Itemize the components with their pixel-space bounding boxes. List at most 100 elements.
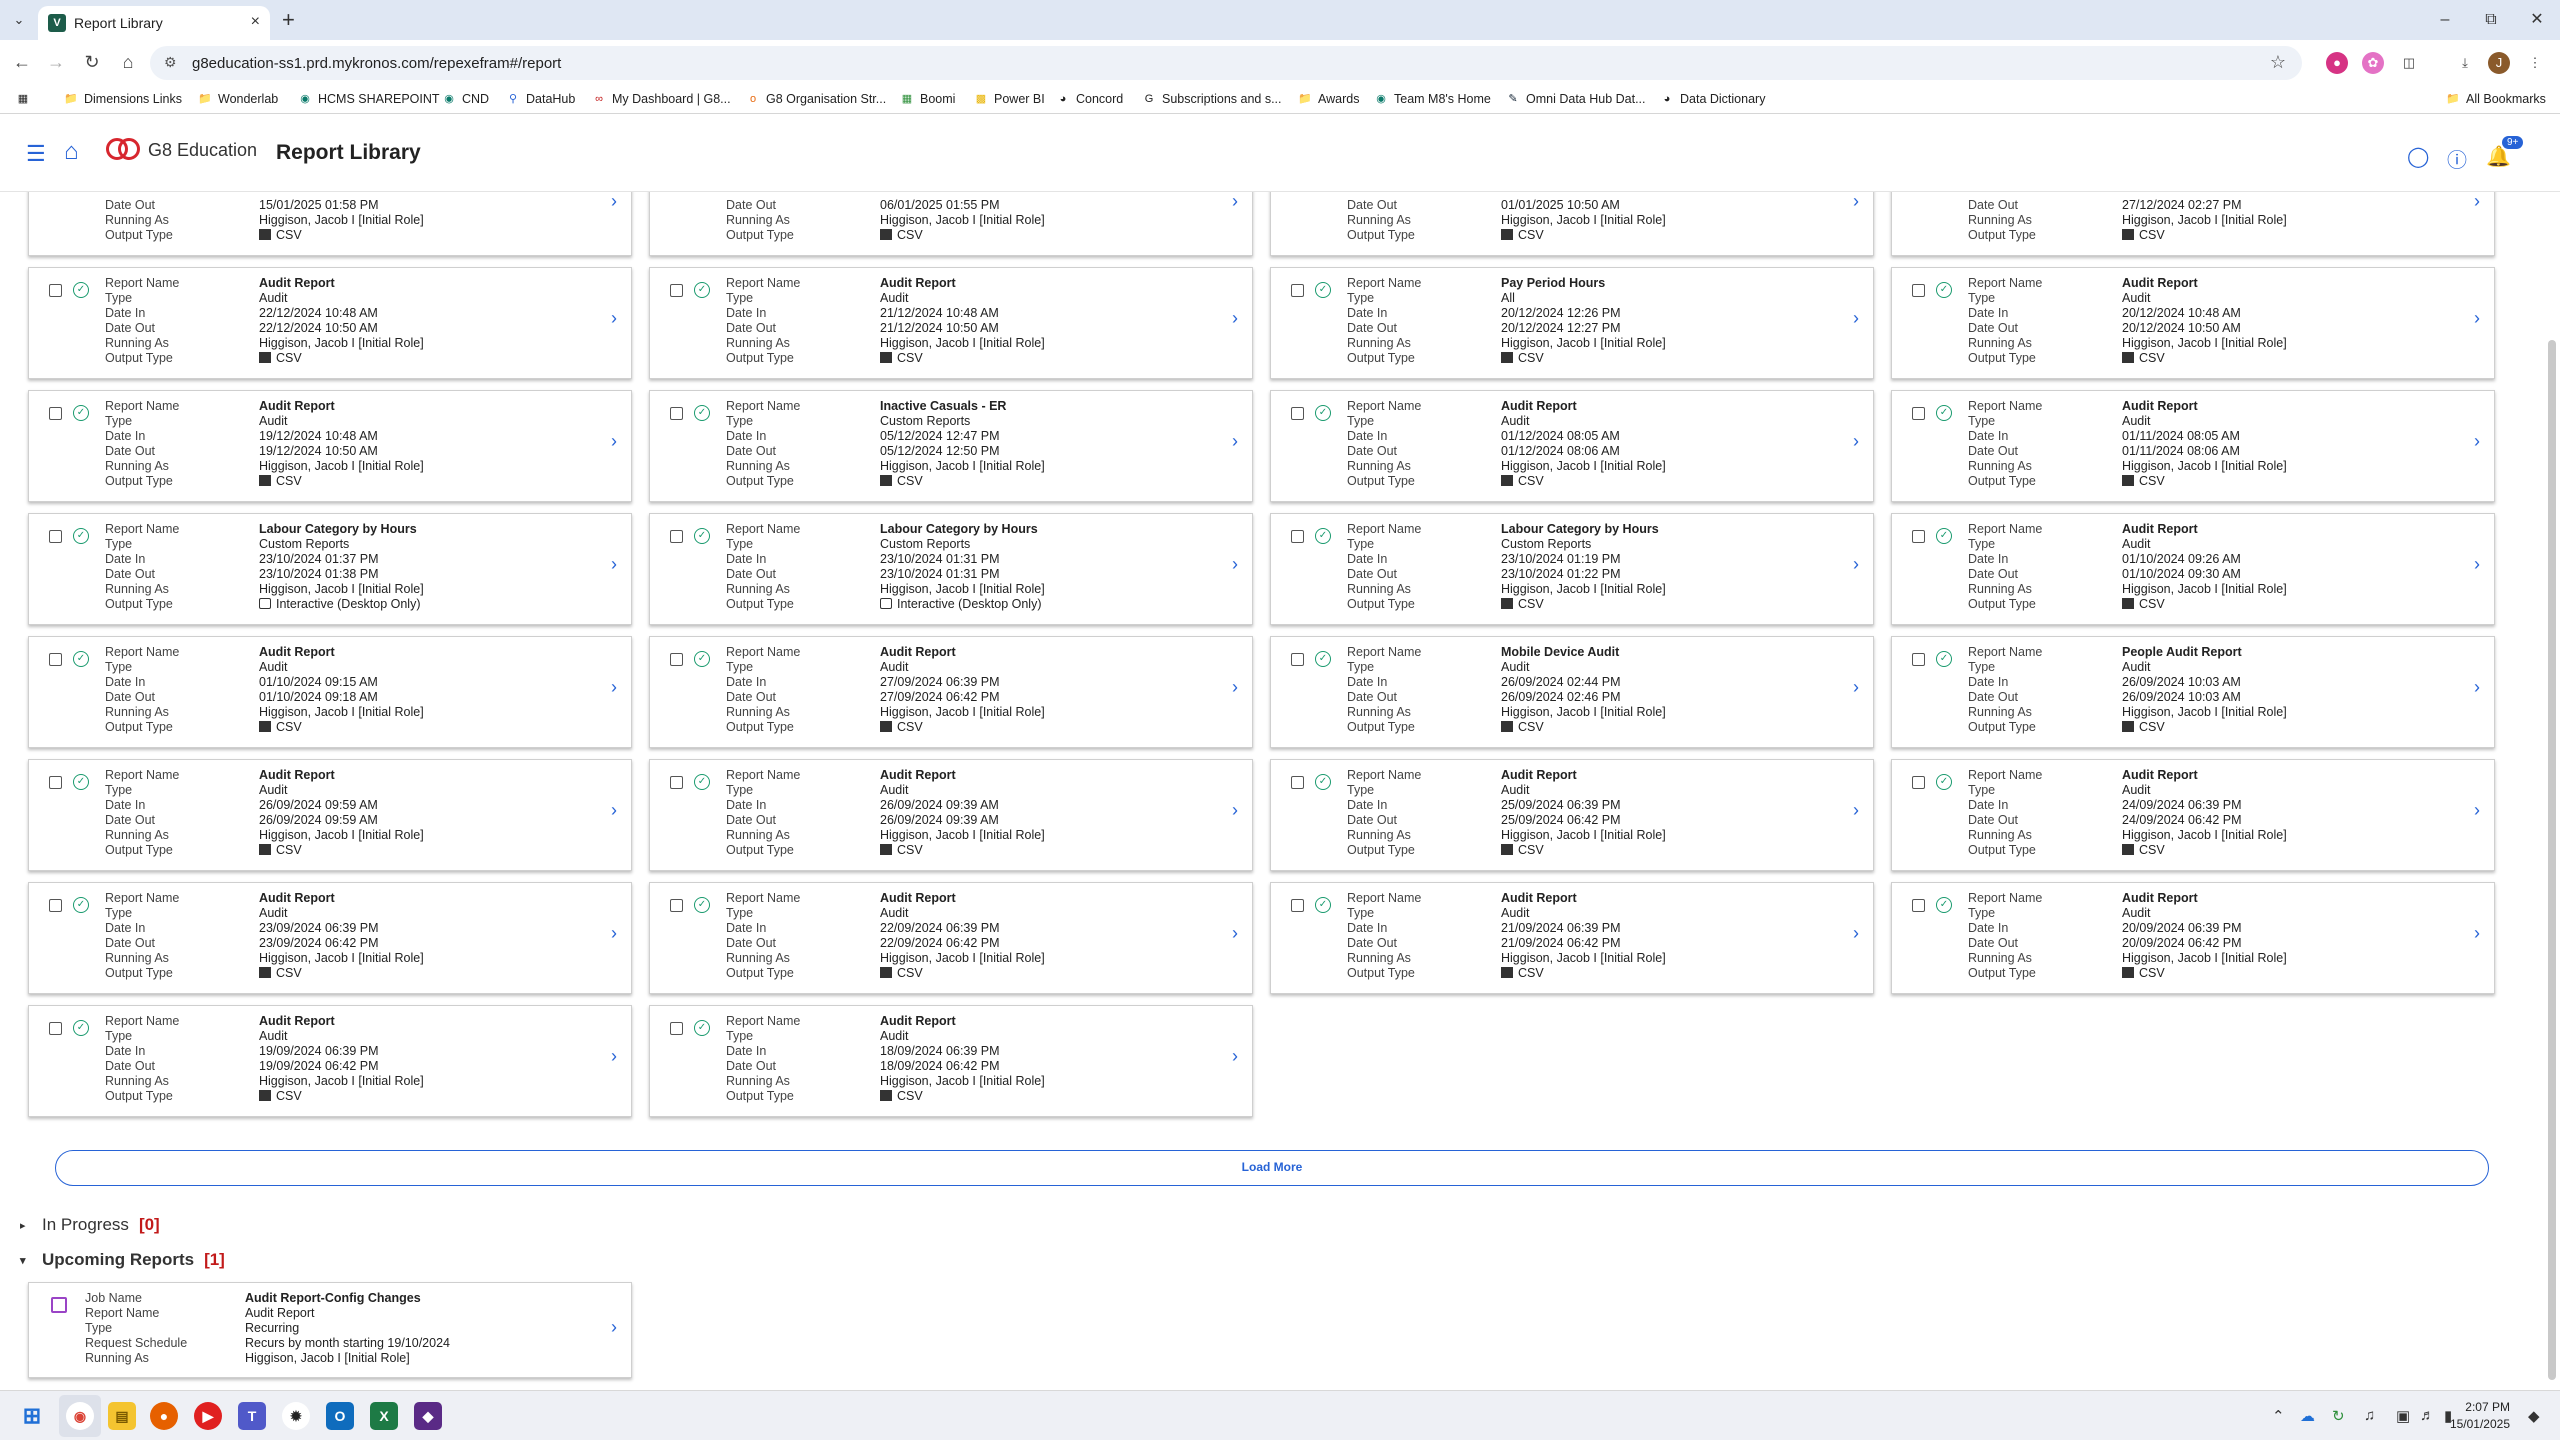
bookmark-item[interactable]: ⚲ DataHub: [506, 92, 575, 106]
report-card[interactable]: ✓ Report Name Audit Report Type Audit Date In…: [28, 390, 632, 502]
report-card[interactable]: ✓ Report Name Audit Report Type Audit Date In…: [1891, 267, 2495, 379]
outlook-icon[interactable]: O: [326, 1402, 354, 1430]
report-card[interactable]: Date Out 01/01/2025 10:50 AM Running As Hig…: [1270, 192, 1874, 256]
bookmark-item[interactable]: ∞ My Dashboard | G8...: [592, 92, 731, 106]
tab-close-icon[interactable]: ×: [251, 13, 260, 31]
report-card[interactable]: ✓ Report Name Inactive Casuals - ER Type Cus…: [649, 390, 1253, 502]
select-checkbox[interactable]: [1912, 284, 1925, 297]
report-card[interactable]: ✓ Report Name Audit Report Type Audit Date In…: [649, 759, 1253, 871]
microphone-icon[interactable]: ♫: [2364, 1407, 2375, 1424]
back-icon[interactable]: ←: [10, 52, 34, 73]
select-checkbox[interactable]: [1291, 407, 1304, 420]
select-checkbox[interactable]: [1912, 776, 1925, 789]
site-info-icon[interactable]: ⚙: [164, 54, 177, 71]
bookmark-item[interactable]: 📁 Dimensions Links: [64, 92, 182, 106]
select-checkbox[interactable]: [670, 653, 683, 666]
chevron-right-icon[interactable]: ›: [1232, 1046, 1238, 1067]
firefox-icon[interactable]: ●: [150, 1402, 178, 1430]
report-card[interactable]: ✓ Report Name Labour Category by Hours Type…: [649, 513, 1253, 625]
browser-menu-icon[interactable]: ⋮: [2524, 52, 2546, 74]
report-card[interactable]: ✓ Report Name Audit Report Type Audit Date In…: [1891, 513, 2495, 625]
show-hidden-icons[interactable]: ⌃: [2272, 1407, 2285, 1425]
chevron-right-icon[interactable]: ›: [1853, 431, 1859, 452]
select-checkbox[interactable]: [1912, 530, 1925, 543]
excel-icon[interactable]: X: [370, 1402, 398, 1430]
chevron-right-icon[interactable]: ›: [1232, 800, 1238, 821]
select-checkbox[interactable]: [49, 1022, 62, 1035]
volume-icon[interactable]: ♬: [2420, 1407, 2435, 1424]
address-bar[interactable]: ⚙ g8education-ss1.prd.mykronos.com/repex…: [150, 46, 2302, 80]
chevron-right-icon[interactable]: ›: [1232, 923, 1238, 944]
chevron-right-icon[interactable]: ›: [611, 800, 617, 821]
chevron-right-icon[interactable]: ›: [1853, 923, 1859, 944]
chevron-right-icon[interactable]: ›: [1232, 308, 1238, 329]
select-checkbox[interactable]: [1291, 776, 1304, 789]
bookmark-item[interactable]: G Subscriptions and s...: [1142, 92, 1282, 106]
bookmark-item[interactable]: ◉ CND: [442, 92, 489, 106]
bookmark-star-icon[interactable]: ☆: [2270, 52, 2286, 73]
new-tab-icon[interactable]: +: [282, 7, 295, 33]
extension-icon[interactable]: ✿: [2362, 52, 2384, 74]
select-checkbox[interactable]: [670, 1022, 683, 1035]
apps-grid-icon[interactable]: ▦: [16, 92, 30, 106]
windows-start-icon[interactable]: ⊞: [18, 1402, 46, 1430]
report-card[interactable]: ✓ Report Name Labour Category by Hours Type…: [1270, 513, 1874, 625]
chevron-right-icon[interactable]: ›: [611, 677, 617, 698]
chevron-right-icon[interactable]: ›: [1853, 800, 1859, 821]
chevron-right-icon[interactable]: ›: [2474, 308, 2480, 329]
chevron-right-icon[interactable]: ›: [611, 1046, 617, 1067]
report-card[interactable]: Date Out 27/12/2024 02:27 PM Running As Hig…: [1891, 192, 2495, 256]
chevron-right-icon[interactable]: ›: [611, 554, 617, 575]
chevron-right-icon[interactable]: ›: [1853, 192, 1859, 212]
select-checkbox[interactable]: [1291, 653, 1304, 666]
chevron-right-icon[interactable]: ›: [2474, 192, 2480, 212]
report-card[interactable]: ✓ Report Name People Audit Report Type Audit…: [1891, 636, 2495, 748]
hamburger-menu-icon[interactable]: ☰: [26, 141, 46, 167]
select-checkbox[interactable]: [49, 530, 62, 543]
chevron-right-icon[interactable]: ›: [1853, 677, 1859, 698]
select-checkbox[interactable]: [670, 530, 683, 543]
select-checkbox[interactable]: [49, 899, 62, 912]
visual-studio-icon[interactable]: ◆: [414, 1402, 442, 1430]
restore-icon[interactable]: ⧉: [2468, 0, 2514, 40]
select-checkbox[interactable]: [1912, 653, 1925, 666]
select-checkbox[interactable]: [670, 284, 683, 297]
report-card[interactable]: ✓ Report Name Audit Report Type Audit Date In…: [1891, 759, 2495, 871]
report-card[interactable]: ✓ Report Name Audit Report Type Audit Date In…: [649, 636, 1253, 748]
url-text[interactable]: g8education-ss1.prd.mykronos.com/repexef…: [192, 55, 561, 72]
bookmark-item[interactable]: ▦ Boomi: [900, 92, 956, 106]
home-icon[interactable]: ⌂: [64, 138, 79, 166]
chevron-right-icon[interactable]: ›: [2474, 923, 2480, 944]
select-checkbox[interactable]: [1291, 284, 1304, 297]
chat-icon[interactable]: ◯: [2407, 144, 2429, 169]
report-card[interactable]: ✓ Report Name Audit Report Type Audit Date In…: [1891, 390, 2495, 502]
chrome-icon[interactable]: ◉: [66, 1402, 94, 1430]
notification-center-icon[interactable]: ◆: [2528, 1407, 2540, 1425]
chevron-right-icon[interactable]: ›: [1853, 308, 1859, 329]
close-window-icon[interactable]: ✕: [2514, 0, 2560, 40]
report-card[interactable]: ✓ Report Name Audit Report Type Audit Date In…: [28, 882, 632, 994]
browser-tab[interactable]: V Report Library ×: [38, 6, 270, 40]
chevron-right-icon[interactable]: ›: [2474, 431, 2480, 452]
all-bookmarks[interactable]: 📁 All Bookmarks: [2446, 92, 2546, 106]
chevron-right-icon[interactable]: ›: [2474, 800, 2480, 821]
report-card[interactable]: ✓ Report Name Audit Report Type Audit Date In…: [28, 636, 632, 748]
downloads-icon[interactable]: ⤓: [2454, 52, 2476, 74]
load-more-button[interactable]: Load More: [55, 1150, 2489, 1186]
bookmark-item[interactable]: ◉ HCMS SHAREPOINT: [298, 92, 439, 106]
report-card[interactable]: ✓ Report Name Mobile Device Audit Type Audit…: [1270, 636, 1874, 748]
extension-icon[interactable]: ●: [2326, 52, 2348, 74]
bookmark-item[interactable]: ◉ Team M8's Home: [1374, 92, 1491, 106]
reload-icon[interactable]: ↻: [80, 52, 104, 73]
upcoming-job-card[interactable]: Job Name Audit Report-Config Changes Rep…: [28, 1282, 632, 1378]
select-checkbox[interactable]: [1291, 899, 1304, 912]
bookmark-item[interactable]: ✎ Omni Data Hub Dat...: [1506, 92, 1645, 106]
select-checkbox[interactable]: [49, 407, 62, 420]
network-icon[interactable]: ▣: [2396, 1407, 2410, 1425]
chevron-right-icon[interactable]: ›: [2474, 677, 2480, 698]
select-checkbox[interactable]: [1912, 899, 1925, 912]
chevron-right-icon[interactable]: ›: [1232, 677, 1238, 698]
report-card[interactable]: Date Out 15/01/2025 01:58 PM Running As Hig…: [28, 192, 632, 256]
report-card[interactable]: ✓ Report Name Audit Report Type Audit Date In…: [1270, 759, 1874, 871]
report-card[interactable]: ✓ Report Name Audit Report Type Audit Date In…: [649, 267, 1253, 379]
